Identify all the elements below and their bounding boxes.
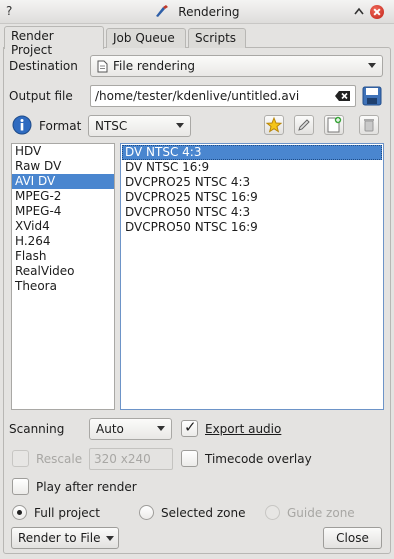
close-button[interactable]: Close (323, 527, 382, 549)
scanning-value: Auto (96, 422, 124, 436)
tab-render-project[interactable]: Render Project (4, 26, 104, 57)
output-file-input[interactable]: /home/tester/kdenlive/untitled.avi (90, 85, 356, 107)
title-bar[interactable]: ? Rendering (0, 0, 394, 24)
format-combo[interactable]: NTSC (88, 115, 191, 137)
chevron-down-icon (176, 123, 184, 128)
export-audio-label[interactable]: Export audio (205, 422, 281, 436)
info-icon[interactable] (12, 115, 32, 135)
delete-profile-button[interactable] (359, 115, 379, 135)
chevron-down-icon (368, 63, 376, 68)
destination-value: File rendering (113, 59, 196, 73)
rescale-label: Rescale (36, 452, 83, 466)
guide-zone-radio[interactable] (265, 505, 280, 520)
checkmark-icon: ✓ (184, 418, 197, 436)
radio-dot-icon (17, 510, 22, 515)
render-button-label: Render to File (18, 531, 101, 545)
maximize-icon[interactable] (352, 5, 366, 19)
play-after-render-checkbox[interactable] (12, 478, 29, 495)
export-audio-text: Export audio (205, 422, 282, 436)
chevron-down-icon (157, 426, 165, 431)
guide-zone-label: Guide zone (287, 506, 355, 520)
category-list-item[interactable]: Raw DV (12, 159, 114, 174)
profile-list-item[interactable]: DV NTSC 4:3 (122, 145, 382, 160)
category-list-item[interactable]: AVI DV (12, 174, 114, 189)
delete-profile-icon (364, 119, 374, 132)
category-list-item[interactable]: H.264 (12, 234, 114, 249)
output-file-label: Output file (9, 89, 73, 103)
category-list-item[interactable]: MPEG-2 (12, 189, 114, 204)
rescale-size-input[interactable]: 320 x240 (89, 448, 173, 470)
render-to-file-button[interactable]: Render to File (11, 527, 119, 549)
favorite-star-icon (265, 116, 283, 133)
save-icon[interactable] (362, 86, 382, 106)
category-list-item[interactable]: Flash (12, 249, 114, 264)
favorite-profile-button[interactable] (264, 115, 284, 135)
file-rendering-icon (97, 60, 108, 73)
export-audio-checkbox[interactable]: ✓ (181, 418, 198, 437)
close-button-label: Close (336, 531, 369, 545)
chevron-down-icon[interactable] (106, 536, 114, 541)
edit-profile-icon (298, 119, 310, 131)
full-project-radio[interactable] (12, 505, 27, 520)
category-list[interactable]: HDV Raw DV AVI DV MPEG-2 MPEG-4 XVid4 H.264 Fla… (11, 143, 115, 410)
category-list-item[interactable]: MPEG-4 (12, 204, 114, 219)
profile-list-item[interactable]: DV NTSC 16:9 (122, 160, 382, 175)
timecode-overlay-label[interactable]: Timecode overlay (205, 452, 312, 466)
scanning-combo[interactable]: Auto (89, 418, 172, 440)
destination-label: Destination (9, 59, 78, 73)
category-list-item[interactable]: Theora (12, 279, 114, 294)
tab-scripts[interactable]: Scripts (188, 28, 246, 48)
selected-zone-label[interactable]: Selected zone (161, 506, 245, 520)
profile-list[interactable]: DV NTSC 4:3 DV NTSC 16:9 DVCPRO25 NTSC 4:3… (120, 143, 384, 410)
rescale-size-value: 320 x240 (94, 452, 151, 466)
new-profile-icon (327, 116, 342, 133)
category-list-item[interactable]: XVid4 (12, 219, 114, 234)
clear-text-icon[interactable] (334, 90, 351, 102)
new-profile-button[interactable] (324, 115, 344, 135)
rendering-dialog: ? Rendering Render Project Job Queue Scr… (0, 0, 394, 559)
profile-list-item[interactable]: DVCPRO50 NTSC 16:9 (122, 220, 382, 235)
format-label: Format (39, 119, 82, 133)
tab-label: Job Queue (113, 31, 175, 45)
tab-label: Scripts (195, 31, 237, 45)
window-title: Rendering (178, 5, 240, 19)
timecode-overlay-checkbox[interactable] (181, 450, 198, 467)
kdenlive-icon (156, 5, 169, 17)
destination-combo[interactable]: File rendering (90, 55, 383, 77)
format-value: NTSC (95, 119, 128, 133)
profile-list-item[interactable]: DVCPRO25 NTSC 4:3 (122, 175, 382, 190)
profile-list-item[interactable]: DVCPRO50 NTSC 4:3 (122, 205, 382, 220)
profile-list-item[interactable]: DVCPRO25 NTSC 16:9 (122, 190, 382, 205)
tab-job-queue[interactable]: Job Queue (106, 28, 186, 48)
edit-profile-button[interactable] (294, 115, 314, 135)
category-list-item[interactable]: RealVideo (12, 264, 114, 279)
category-list-item[interactable]: HDV (12, 144, 114, 159)
full-project-label[interactable]: Full project (34, 506, 100, 520)
scanning-label: Scanning (9, 422, 65, 436)
play-after-render-label[interactable]: Play after render (36, 480, 137, 494)
output-file-value: /home/tester/kdenlive/untitled.avi (95, 89, 300, 103)
tab-label: Render Project (11, 29, 54, 57)
selected-zone-radio[interactable] (139, 505, 154, 520)
close-icon[interactable] (370, 5, 384, 19)
rescale-checkbox[interactable] (12, 450, 29, 467)
